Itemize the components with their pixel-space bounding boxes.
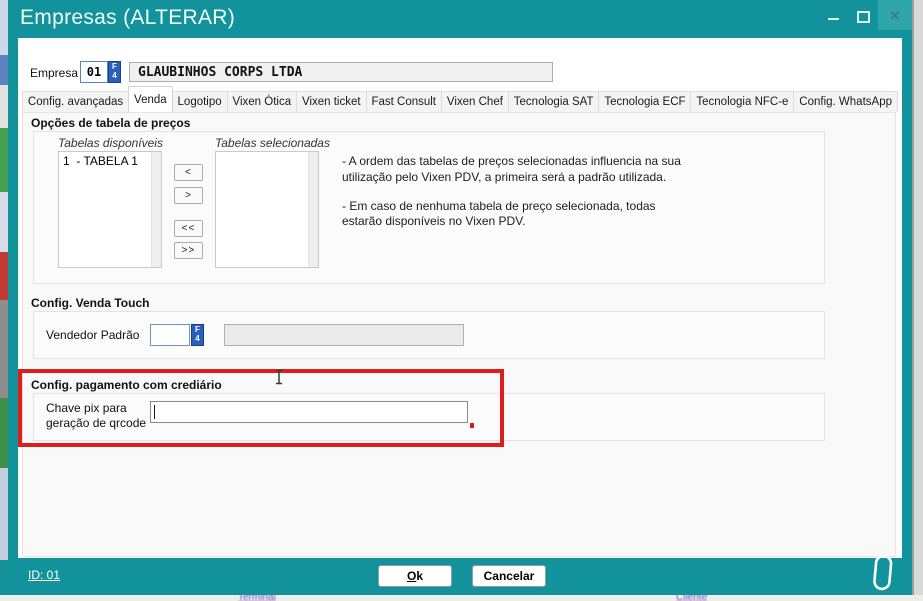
minimize-icon	[828, 18, 839, 20]
note-none-selected: - Em caso de nenhuma tabela de preço sel…	[342, 199, 694, 231]
chave-pix-label: Chave pix para geração de qrcode	[46, 401, 146, 431]
minimize-button[interactable]	[818, 0, 848, 30]
empresa-name-field	[129, 62, 553, 82]
maximize-button[interactable]	[848, 0, 878, 30]
selected-tables-listbox[interactable]	[215, 151, 319, 268]
tab-config-whatsapp[interactable]: Config. WhatsApp	[793, 91, 898, 112]
move-left-button[interactable]: <	[174, 164, 203, 181]
price-tables-group: Tabelas disponíveis 1 - TABELA 1 Tabelas…	[33, 131, 825, 284]
chave-pix-field-wrap	[150, 401, 468, 423]
vendedor-code-field[interactable]	[150, 324, 190, 346]
venda-touch-group-title: Config. Venda Touch	[31, 296, 149, 310]
desktop-background-strip	[0, 0, 8, 601]
tab-vixen-chef[interactable]: Vixen Chef	[441, 91, 509, 112]
list-item[interactable]: 1 - TABELA 1	[59, 152, 161, 168]
ok-label-rest: k	[416, 569, 423, 583]
empresas-window: Empresas (ALTERAR) ✕ Empresa F 4 Config.…	[8, 0, 912, 595]
window-controls: ✕	[818, 0, 912, 30]
vendedor-f4-lookup-button[interactable]: F 4	[191, 324, 204, 346]
crediario-group-title: Config. pagamento com crediário	[31, 378, 222, 392]
paperclip-icon[interactable]	[868, 552, 898, 599]
crediario-group: Chave pix para geração de qrcode	[33, 393, 825, 441]
ok-button[interactable]: Ok	[378, 565, 452, 587]
available-tables-label: Tabelas disponíveis	[58, 136, 163, 150]
tab-tecnologia-nfce[interactable]: Tecnologia NFC-e	[690, 91, 794, 112]
tab-tecnologia-sat[interactable]: Tecnologia SAT	[508, 91, 600, 112]
move-right-button[interactable]: >	[174, 187, 203, 204]
content-panel: Empresa F 4 Config. avançadas Venda Logo…	[18, 38, 902, 558]
move-all-left-button[interactable]: <<	[174, 220, 203, 237]
tab-tecnologia-ecf[interactable]: Tecnologia ECF	[598, 91, 691, 112]
price-tables-group-title: Opções de tabela de preços	[31, 116, 190, 130]
available-tables-listbox[interactable]: 1 - TABELA 1	[58, 151, 162, 268]
maximize-icon	[857, 11, 870, 23]
vendedor-name-field	[224, 324, 464, 346]
close-icon: ✕	[890, 9, 901, 22]
ok-label-initial: O	[407, 569, 416, 583]
venda-tab-page: Opções de tabela de preços Tabelas dispo…	[22, 112, 896, 557]
listbox-scrollbar[interactable]	[308, 152, 318, 267]
f4-label-bottom: 4	[195, 335, 199, 344]
price-tables-notes: - A ordem das tabelas de preços selecion…	[342, 154, 694, 243]
record-id-link[interactable]: ID: 01	[28, 568, 60, 582]
vendedor-padrao-label: Vendedor Padrão	[46, 328, 139, 342]
tab-vixen-otica[interactable]: Vixen Ótica	[227, 91, 297, 112]
empresa-f4-lookup-button[interactable]: F 4	[108, 61, 121, 83]
note-order: - A ordem das tabelas de preços selecion…	[342, 154, 694, 186]
tab-fast-consult[interactable]: Fast Consult	[366, 91, 442, 112]
venda-touch-group: Vendedor Padrão F 4	[33, 311, 825, 359]
text-caret	[154, 405, 155, 419]
background-window-strip: Terminal Cliente	[0, 595, 923, 601]
tab-config-avancadas[interactable]: Config. avançadas	[22, 91, 129, 112]
tab-logotipo[interactable]: Logotipo	[172, 91, 228, 112]
background-terminal-link: Terminal	[238, 595, 276, 601]
f4-label-bottom: 4	[112, 72, 116, 81]
background-cliente-link: Cliente	[676, 595, 707, 601]
chave-pix-input[interactable]	[150, 401, 468, 423]
empresa-code-field[interactable]	[80, 61, 108, 83]
selected-tables-label: Tabelas selecionadas	[215, 136, 330, 150]
tab-bar: Config. avançadas Venda Logotipo Vixen Ó…	[22, 86, 898, 112]
cancel-button[interactable]: Cancelar	[472, 565, 546, 587]
listbox-scrollbar[interactable]	[151, 152, 161, 267]
required-marker	[470, 423, 474, 428]
background-window-edge	[912, 0, 923, 601]
close-button[interactable]: ✕	[878, 0, 912, 30]
tab-venda[interactable]: Venda	[128, 86, 172, 112]
move-all-right-button[interactable]: >>	[174, 242, 203, 259]
window-title: Empresas (ALTERAR)	[20, 6, 235, 30]
tab-vixen-ticket[interactable]: Vixen ticket	[296, 91, 366, 112]
empresa-label: Empresa	[30, 66, 78, 80]
